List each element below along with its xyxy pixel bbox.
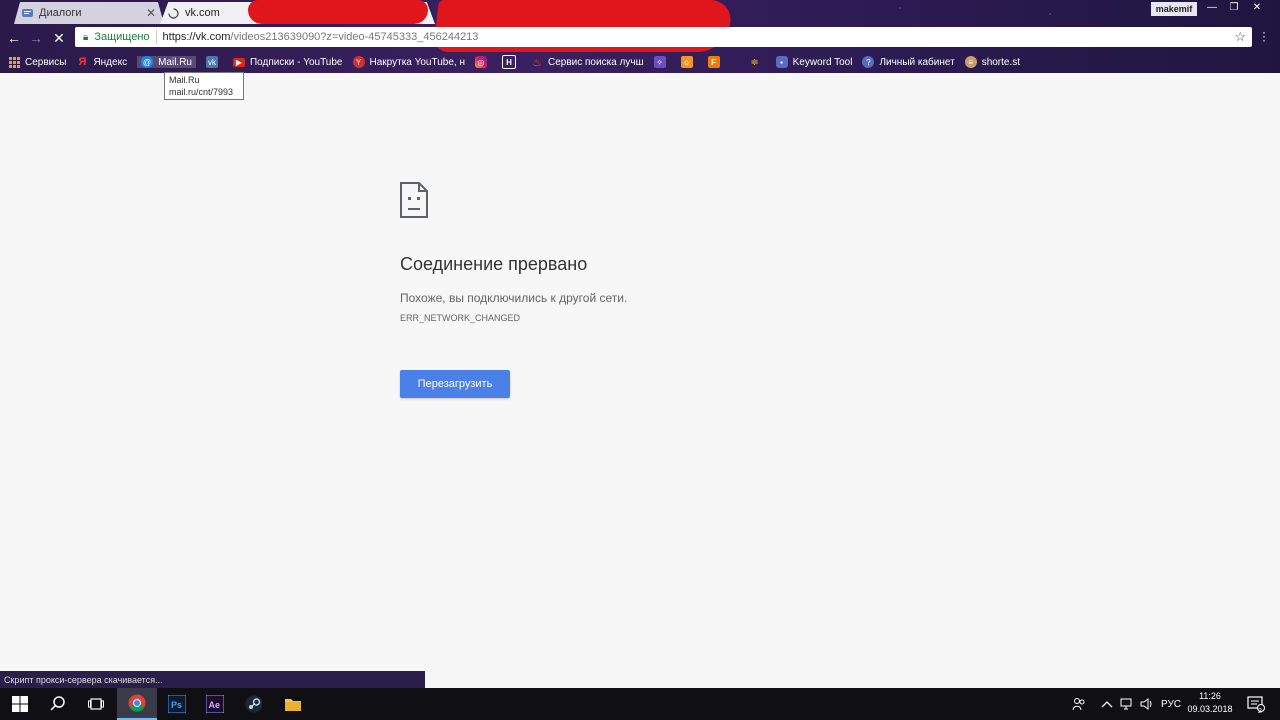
after-effects-icon[interactable]: Ae (195, 688, 235, 720)
f-icon: F (707, 56, 720, 68)
people-icon[interactable] (1072, 688, 1086, 720)
redaction-mark (248, 0, 428, 24)
bookmark-mailru[interactable]: @ Mail.Ru (137, 56, 196, 68)
apps-grid-icon (8, 56, 20, 68)
url-host: https://vk.com (162, 31, 231, 43)
bookmark-f[interactable]: F (707, 56, 725, 68)
sad-page-icon (400, 182, 428, 218)
bookmarks-bar: Сервисы Я Яндекс @ Mail.Ru vk ▶ Подписки… (0, 52, 1280, 72)
bookmark-cabinet[interactable]: ? Личный кабинет (862, 56, 955, 68)
loading-spinner-icon (168, 7, 179, 19)
fire-icon: ♨ (532, 56, 542, 69)
shortest-icon: ≡ (964, 56, 977, 68)
bookmark-ok[interactable]: o (680, 56, 698, 68)
url-path: /videos213639090?z=video-45745333_456244… (230, 31, 479, 43)
network-icon[interactable] (1120, 688, 1134, 720)
status-bar: Скрипт прокси-сервера скачивается... (0, 671, 425, 688)
back-icon[interactable]: ← (5, 29, 23, 47)
bookmark-star-icon[interactable]: ☆ (1234, 29, 1246, 45)
taskbar: Ps Ae РУС 11:26 09.03.2018 2 (0, 688, 1280, 720)
instagram-icon: ◎ (475, 56, 487, 68)
lamp-icon: ≑ (750, 56, 759, 68)
tab-dialogs[interactable]: Диалоги ✕ (14, 2, 164, 24)
bookmark-h[interactable]: H (502, 55, 521, 69)
chevron-up-icon[interactable] (1101, 688, 1113, 720)
photoshop-icon[interactable]: Ps (157, 688, 197, 720)
profile-button[interactable]: makemif (1151, 2, 1197, 16)
notification-count: 2 (1258, 708, 1262, 715)
bookmark-services[interactable]: Сервисы (8, 56, 66, 68)
stop-icon[interactable]: ✕ (50, 29, 68, 47)
language-indicator[interactable]: РУС (1161, 688, 1181, 720)
close-window-icon[interactable]: ✕ (1248, 0, 1266, 14)
vk-icon: vk (205, 56, 218, 68)
youtube-icon: ▶ (232, 57, 245, 67)
bookmark-youtube-boost[interactable]: Y Накрутка YouTube, н (352, 56, 465, 68)
chat-icon (22, 8, 33, 19)
minimize-icon[interactable]: — (1203, 0, 1221, 14)
mailru-icon: @ (141, 56, 154, 68)
chrome-icon[interactable] (117, 688, 157, 720)
question-icon: ? (862, 56, 875, 68)
h-icon: H (502, 55, 516, 69)
error-content: Соединение прервано Похоже, вы подключил… (400, 182, 880, 323)
bookmark-youtube-subs[interactable]: ▶ Подписки - YouTube (232, 57, 343, 68)
menu-icon[interactable]: · · · (1262, 26, 1266, 46)
address-bar[interactable]: 🔒︎ Защищено https://vk.com/videos2136390… (75, 27, 1252, 47)
restore-icon[interactable]: ❐ (1225, 0, 1243, 14)
bookmark-search-service[interactable]: ♨ Сервис поиска лучш (531, 56, 644, 69)
secure-label: Защищено (94, 31, 150, 43)
bookmark-yandex[interactable]: Я Яндекс (76, 56, 127, 68)
tab-title: Диалоги (39, 7, 82, 19)
bookmark-butterfly[interactable]: ✧ (653, 56, 671, 68)
forward-icon[interactable]: → (27, 29, 45, 47)
volume-icon[interactable] (1140, 688, 1154, 720)
notifications-icon[interactable]: 2 (1247, 688, 1265, 720)
close-icon[interactable]: ✕ (146, 6, 156, 20)
lock-icon: 🔒︎ (83, 31, 89, 43)
svg-text:Ps: Ps (171, 700, 182, 710)
error-message: Похоже, вы подключились к другой сети. (400, 291, 628, 305)
svg-text:Ae: Ae (209, 700, 221, 710)
search-icon[interactable] (38, 688, 78, 720)
clock-time: 11:26 (1199, 691, 1221, 701)
bookmark-keyword-tool[interactable]: ▪ Keyword Tool (775, 56, 852, 68)
bookmark-shortest[interactable]: ≡ shorte.st (964, 56, 1020, 68)
reload-button[interactable]: Перезагрузить (400, 370, 510, 398)
clock-date: 09.03.2018 (1187, 704, 1233, 714)
odnoklassniki-icon: o (680, 56, 693, 68)
browser-chrome: Диалоги ✕ vk.com makemif — ❐ ✕ ← → ✕ 🔒︎ … (0, 0, 1280, 73)
steam-icon[interactable] (234, 688, 274, 720)
bookmark-vk[interactable]: vk (205, 56, 223, 68)
file-explorer-icon[interactable] (273, 688, 313, 720)
keyword-icon: ▪ (775, 56, 788, 68)
error-code: ERR_NETWORK_CHANGED (400, 313, 521, 323)
windows-start-icon[interactable] (0, 688, 40, 720)
y-icon: Y (352, 56, 365, 68)
error-title: Соединение прервано (400, 254, 588, 274)
task-view-icon[interactable] (76, 688, 116, 720)
bookmark-lamp[interactable]: ≑ (749, 56, 766, 68)
clock[interactable]: 11:26 09.03.2018 (1180, 690, 1240, 716)
butterfly-icon: ✧ (653, 56, 666, 68)
yandex-icon: Я (78, 56, 87, 68)
tab-title: vk.com (185, 7, 220, 19)
bookmark-instagram[interactable]: ◎ (475, 56, 492, 68)
bookmark-tooltip: Mail.Ru mail.ru/cnt/7993 (164, 72, 244, 100)
